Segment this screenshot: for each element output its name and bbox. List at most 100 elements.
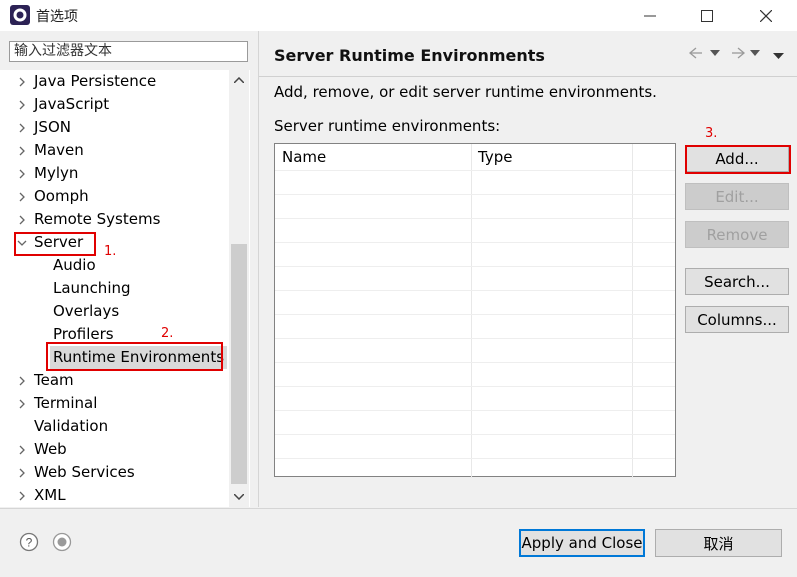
edit-button[interactable]: Edit... (685, 183, 789, 210)
help-icon[interactable]: ? (19, 532, 39, 552)
tree-item[interactable]: Mylyn (0, 162, 228, 185)
annotation-step-1: 1. (104, 244, 117, 259)
chevron-right-icon[interactable] (17, 146, 27, 156)
title-bar (0, 0, 797, 31)
chevron-right-icon[interactable] (17, 376, 27, 386)
table-row (275, 386, 675, 387)
chevron-right-icon[interactable] (17, 445, 27, 455)
filter-input[interactable]: 输入过滤器文本 (9, 41, 248, 62)
annotation-box-add (685, 145, 791, 174)
table-row (275, 242, 675, 243)
table-row (275, 194, 675, 195)
chevron-right-icon[interactable] (17, 215, 27, 225)
close-icon (760, 9, 772, 22)
tree-item[interactable]: Launching (0, 277, 228, 300)
tree-item-label: Audio (53, 256, 96, 274)
tree-item-label: Web (34, 440, 67, 458)
cancel-button[interactable]: 取消 (655, 529, 782, 557)
minimize-button[interactable] (627, 0, 673, 31)
column-header-type[interactable]: Type (478, 148, 512, 166)
tree-item[interactable]: JSON (0, 116, 228, 139)
table-row (275, 434, 675, 435)
annotation-box-runtime-environments (46, 342, 223, 371)
maximize-icon (701, 9, 713, 22)
menu-dropdown-icon (773, 53, 784, 59)
tree-item[interactable]: JavaScript (0, 93, 228, 116)
tree-item[interactable]: Validation (0, 415, 228, 438)
tree-item-label: Java Persistence (34, 72, 157, 90)
table-row (275, 362, 675, 363)
chevron-right-icon[interactable] (17, 491, 27, 501)
tree-item-label: Terminal (34, 394, 98, 412)
chevron-right-icon[interactable] (17, 100, 27, 110)
column-header-name[interactable]: Name (282, 148, 326, 166)
tree-item[interactable]: Oomph (0, 185, 228, 208)
tree-item-label: Mylyn (34, 164, 79, 182)
chevron-right-icon[interactable] (17, 399, 27, 409)
scroll-up-button[interactable] (229, 70, 249, 90)
tree-item-label: Web Services (34, 463, 135, 481)
chevron-right-icon[interactable] (17, 468, 27, 478)
back-arrow-icon (688, 47, 720, 59)
chevron-right-icon[interactable] (17, 123, 27, 133)
minimize-icon (644, 15, 656, 16)
eclipse-app-icon (10, 5, 30, 25)
panel-splitter[interactable] (258, 31, 259, 507)
tree-item-label: Remote Systems (34, 210, 161, 228)
table-row (275, 290, 675, 291)
table-row (275, 458, 675, 459)
annotation-step-3: 3. (705, 126, 718, 141)
svg-text:?: ? (26, 536, 33, 550)
columns-button[interactable]: Columns... (685, 306, 789, 333)
record-icon[interactable] (52, 532, 72, 552)
forward-nav-button[interactable] (730, 45, 764, 64)
table-row (275, 410, 675, 411)
apply-and-close-button[interactable]: Apply and Close (519, 529, 645, 557)
tree-item-label: XML (34, 486, 66, 504)
chevron-down-icon (234, 494, 244, 500)
tree-item-label: Maven (34, 141, 84, 159)
header-divider (259, 76, 797, 77)
table-label: Server runtime environments: (274, 117, 501, 135)
table-row (275, 218, 675, 219)
chevron-right-icon[interactable] (17, 169, 27, 179)
view-menu-button[interactable] (773, 46, 785, 65)
table-row (275, 170, 675, 171)
page-title: Server Runtime Environments (274, 46, 545, 65)
scroll-down-button[interactable] (229, 487, 249, 507)
annotation-box-server (14, 232, 96, 256)
annotation-step-2: 2. (161, 326, 174, 341)
tree-item-label: JSON (34, 118, 71, 136)
back-nav-button[interactable] (688, 45, 722, 64)
tree-item[interactable]: Maven (0, 139, 228, 162)
page-description: Add, remove, or edit server runtime envi… (274, 83, 657, 101)
search-button[interactable]: Search... (685, 268, 789, 295)
tree-item[interactable]: XML (0, 484, 228, 507)
tree-item-label: Oomph (34, 187, 89, 205)
chevron-up-icon (234, 77, 244, 83)
tree-item[interactable]: Terminal (0, 392, 228, 415)
remove-button[interactable]: Remove (685, 221, 789, 248)
table-row (275, 266, 675, 267)
forward-arrow-icon (732, 47, 760, 59)
bottom-divider (0, 508, 797, 509)
tree-item-label: Launching (53, 279, 131, 297)
tree-item[interactable]: Java Persistence (0, 70, 228, 93)
window-title: 首选项 (36, 9, 78, 25)
tree-item-label: Validation (34, 417, 109, 435)
tree-item-label: Overlays (53, 302, 120, 320)
tree-item-label: Team (34, 371, 74, 389)
maximize-button[interactable] (684, 0, 730, 31)
chevron-right-icon[interactable] (17, 77, 27, 87)
table-row (275, 314, 675, 315)
tree-item[interactable]: Web Services (0, 461, 228, 484)
tree-item[interactable]: Remote Systems (0, 208, 228, 231)
tree-item[interactable]: Web (0, 438, 228, 461)
table-row (275, 338, 675, 339)
tree-item-label: JavaScript (34, 95, 110, 113)
chevron-right-icon[interactable] (17, 192, 27, 202)
tree-item[interactable]: Overlays (0, 300, 228, 323)
tree-item[interactable]: Team (0, 369, 228, 392)
scroll-thumb[interactable] (231, 244, 247, 484)
close-button[interactable] (743, 0, 789, 31)
